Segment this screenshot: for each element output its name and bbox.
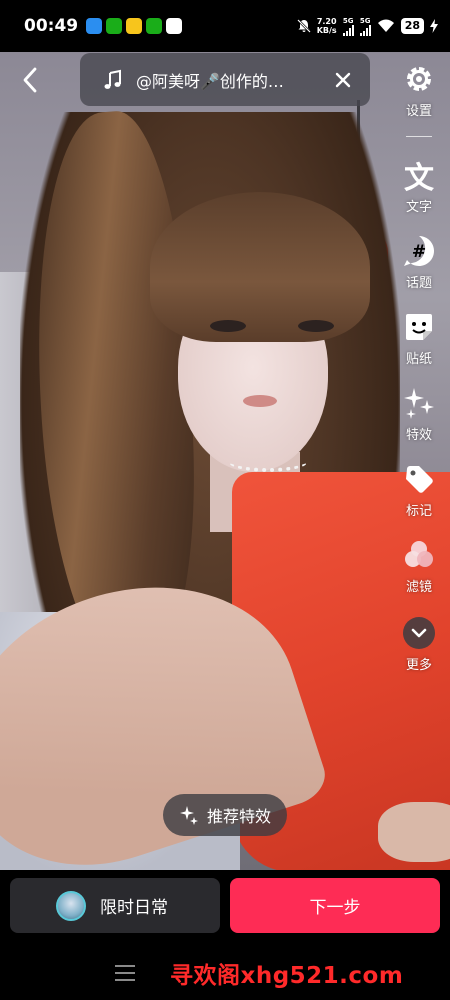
back-button[interactable]: [12, 60, 48, 100]
eye: [298, 320, 334, 332]
bangs: [150, 192, 370, 342]
signal-label: 5G: [342, 16, 354, 25]
charging-icon: [430, 19, 438, 33]
notification-icons: [86, 18, 183, 34]
music-note-icon: [104, 69, 121, 89]
tool-more[interactable]: 更多: [388, 616, 450, 673]
divider: [406, 136, 432, 137]
status-bar: 00:49 7.20 KB/s 5G 5G 28: [0, 0, 450, 52]
app-notification-icon: [86, 18, 103, 34]
menu-icon[interactable]: [115, 965, 135, 981]
chevron-left-icon: [23, 67, 37, 93]
tool-settings[interactable]: 设置: [388, 62, 450, 119]
net-speed: 7.20 KB/s: [317, 17, 337, 35]
chevron-down-icon: [402, 616, 436, 650]
tool-text[interactable]: 文 文字: [388, 158, 450, 215]
tool-label: 贴纸: [405, 352, 432, 367]
necklace: [228, 450, 308, 472]
net-speed-value: 7.20: [316, 17, 337, 26]
music-selector[interactable]: @阿美呀🎤创作的…: [80, 53, 370, 106]
signal-5g-1: 5G: [342, 16, 354, 36]
next-button[interactable]: 下一步: [230, 878, 440, 933]
filter-icon: [402, 538, 436, 572]
battery-icon: 28: [400, 18, 424, 34]
next-label: 下一步: [309, 898, 361, 918]
status-time: 00:49: [24, 16, 79, 36]
photo-preview[interactable]: [0, 52, 450, 870]
signal-5g-2: 5G: [359, 16, 371, 36]
qq-icon: [166, 18, 183, 34]
app-notification-icon: [126, 18, 143, 34]
lips: [243, 395, 277, 407]
tool-sticker[interactable]: 贴纸: [388, 310, 450, 367]
mute-bell-icon: [296, 19, 311, 33]
tool-label: 标记: [405, 504, 432, 519]
recommend-label: 推荐特效: [206, 807, 271, 826]
tool-filter[interactable]: 滤镜: [388, 538, 450, 595]
bottom-bar: 限时日常 下一步 寻欢阁xhg521.com: [0, 870, 450, 1000]
signal-bars-icon: [342, 24, 354, 36]
tool-label: 文字: [405, 200, 432, 215]
wechat-icon: [106, 18, 123, 34]
gear-icon: [402, 62, 436, 96]
net-speed-unit: KB/s: [316, 26, 337, 35]
eye: [210, 320, 246, 332]
tool-label: 特效: [405, 428, 432, 443]
sparkle-icon: [402, 386, 436, 420]
wifi-icon: [377, 19, 394, 32]
tool-label: 设置: [405, 104, 432, 119]
tool-effects[interactable]: 特效: [388, 386, 450, 443]
signal-label: 5G: [359, 16, 371, 25]
text-icon: 文: [404, 161, 434, 196]
sticker-icon: [402, 310, 436, 344]
svg-text:#: #: [412, 242, 426, 262]
tag-icon: [402, 462, 436, 496]
avatar: [56, 890, 86, 921]
sparkle-icon: [179, 806, 198, 825]
hand: [378, 802, 450, 862]
recommend-effects-button[interactable]: 推荐特效: [163, 794, 287, 836]
remove-music-button[interactable]: [332, 69, 354, 91]
wechat-icon: [146, 18, 163, 34]
signal-bars-icon: [359, 24, 371, 36]
tool-label: 更多: [405, 658, 432, 673]
hashtag-icon: #: [402, 234, 436, 268]
daily-story-button[interactable]: 限时日常: [10, 878, 220, 933]
tool-label: 滤镜: [405, 580, 432, 595]
music-title: @阿美呀🎤创作的…: [136, 71, 284, 91]
tool-hashtag[interactable]: # 话题: [388, 234, 450, 291]
status-indicators: 7.20 KB/s 5G 5G 28: [296, 16, 438, 36]
tool-tag[interactable]: 标记: [388, 462, 450, 519]
tool-label: 话题: [405, 276, 432, 291]
close-icon: [335, 72, 351, 87]
watermark: 寻欢阁xhg521.com: [170, 963, 404, 989]
daily-label: 限时日常: [100, 898, 168, 918]
